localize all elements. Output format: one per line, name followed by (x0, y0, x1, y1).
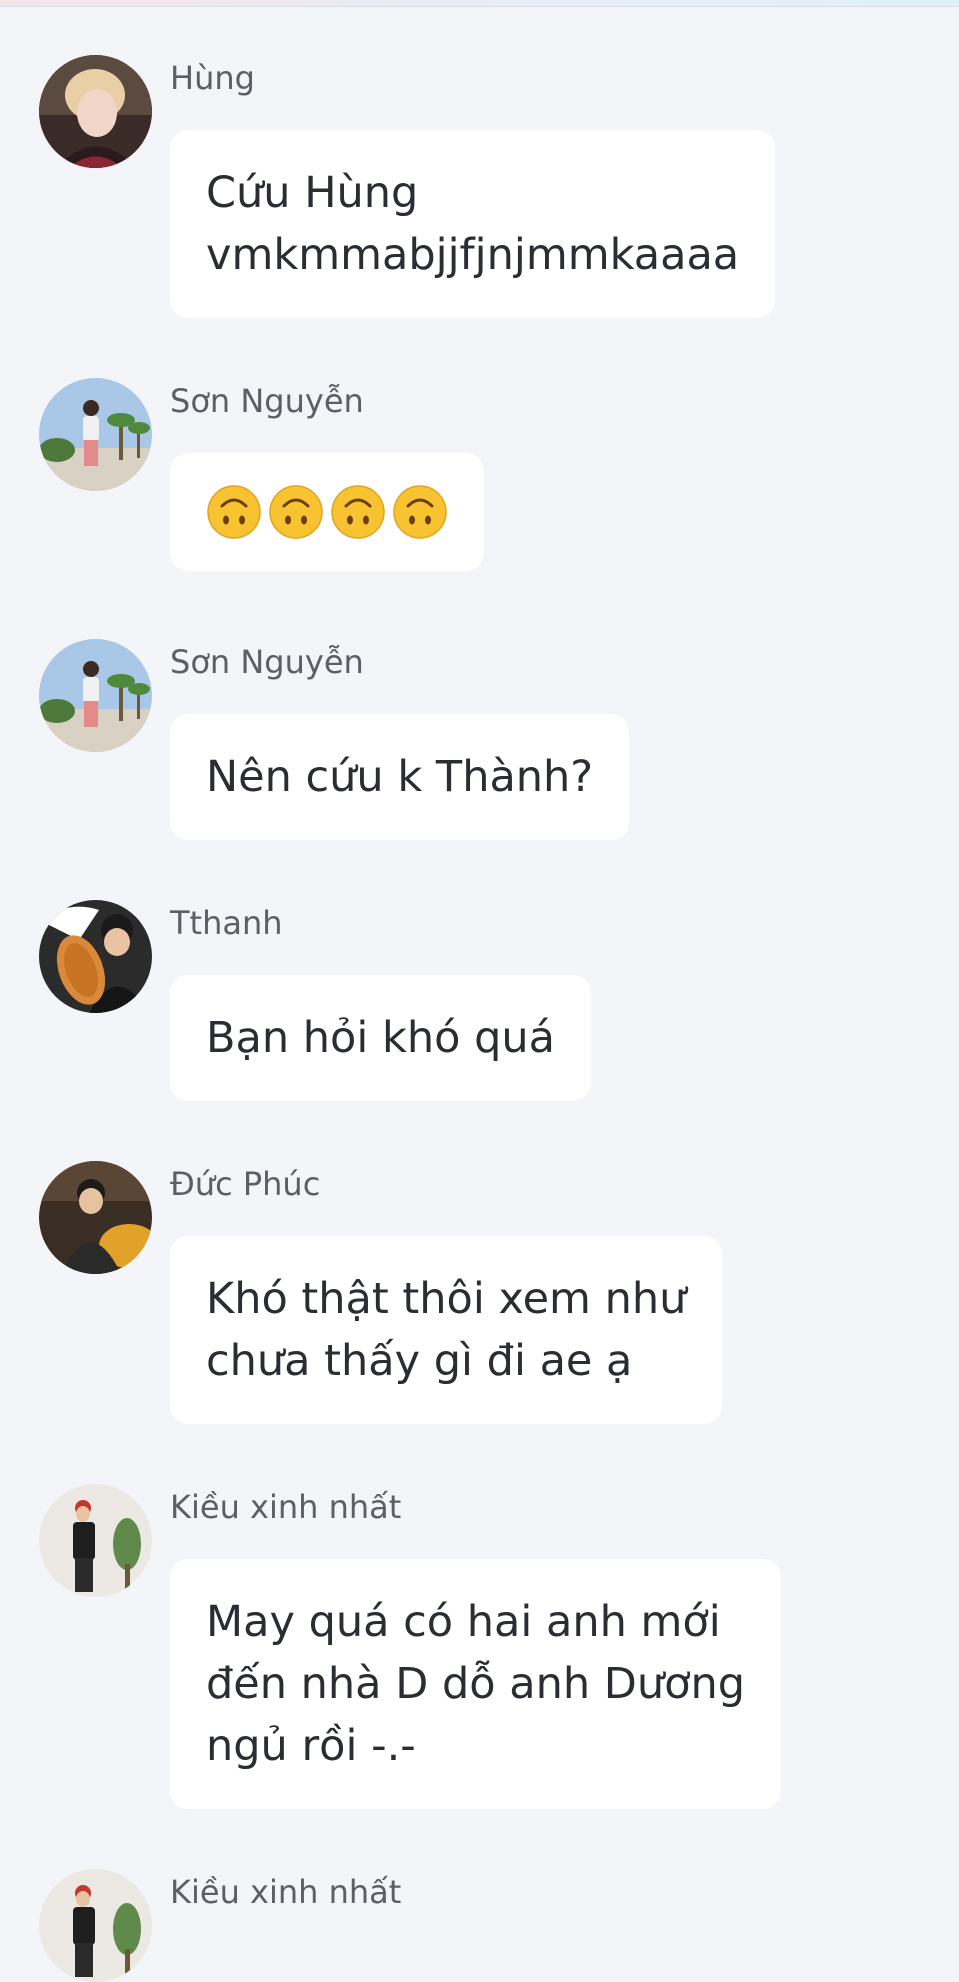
avatar[interactable] (39, 639, 152, 752)
avatar-son-image (39, 639, 152, 752)
message-text: chưa thấy gì đi ae ạ (206, 1336, 633, 1386)
sender-name: Tthanh (170, 904, 283, 942)
avatar[interactable] (39, 1869, 152, 1982)
sender-name: Kiều xinh nhất (170, 1873, 402, 1911)
avatar[interactable] (39, 900, 152, 1013)
message-text: ngủ rồi -.- (206, 1721, 416, 1771)
message-bubble[interactable]: Bạn hỏi khó quá (170, 975, 591, 1101)
message-text: đến nhà D dỗ anh Dương (206, 1659, 745, 1709)
sender-name: Sơn Nguyễn (170, 643, 364, 681)
avatar-duc-phuc-image (39, 1161, 152, 1274)
avatar-kieu-image (39, 1484, 152, 1597)
sender-name: Kiều xinh nhất (170, 1488, 402, 1526)
avatar[interactable] (39, 1484, 152, 1597)
message-bubble[interactable]: Khó thật thôi xem như chưa thấy gì đi ae… (170, 1236, 723, 1424)
message-text: vmkmmabjjfjnjmmkaaaa (206, 230, 740, 280)
message-text: Khó thật thôi xem như (206, 1274, 687, 1324)
upside-down-face-icon (331, 485, 385, 539)
avatar[interactable] (39, 55, 152, 168)
message-bubble[interactable]: Nên cứu k Thành? (170, 714, 630, 840)
message-text: Cứu Hùng (206, 168, 419, 218)
message-bubble[interactable]: Cứu Hùng vmkmmabjjfjnjmmkaaaa (170, 130, 776, 318)
upside-down-face-icon (207, 485, 261, 539)
message-text: Bạn hỏi khó quá (206, 1013, 555, 1063)
avatar[interactable] (39, 1161, 152, 1274)
avatar-hung-image (39, 55, 152, 168)
chat-message-list[interactable]: Hùng Cứu Hùng vmkmmabjjfjnjmmkaaaa Sơn N… (0, 0, 959, 1982)
message-text: May quá có hai anh mới (206, 1597, 721, 1647)
upside-down-face-icon (269, 485, 323, 539)
message-bubble[interactable]: May quá có hai anh mới đến nhà D dỗ anh … (170, 1559, 781, 1809)
avatar-tthanh-image (39, 900, 152, 1013)
upside-down-face-icon (393, 485, 447, 539)
avatar-son-image (39, 378, 152, 491)
message-bubble[interactable] (170, 453, 484, 571)
message-text: Nên cứu k Thành? (206, 752, 594, 802)
sender-name: Sơn Nguyễn (170, 382, 364, 420)
avatar[interactable] (39, 378, 152, 491)
sender-name: Hùng (170, 59, 255, 97)
sender-name: Đức Phúc (170, 1165, 321, 1203)
avatar-kieu-image (39, 1869, 152, 1982)
emoji-row (206, 481, 448, 543)
